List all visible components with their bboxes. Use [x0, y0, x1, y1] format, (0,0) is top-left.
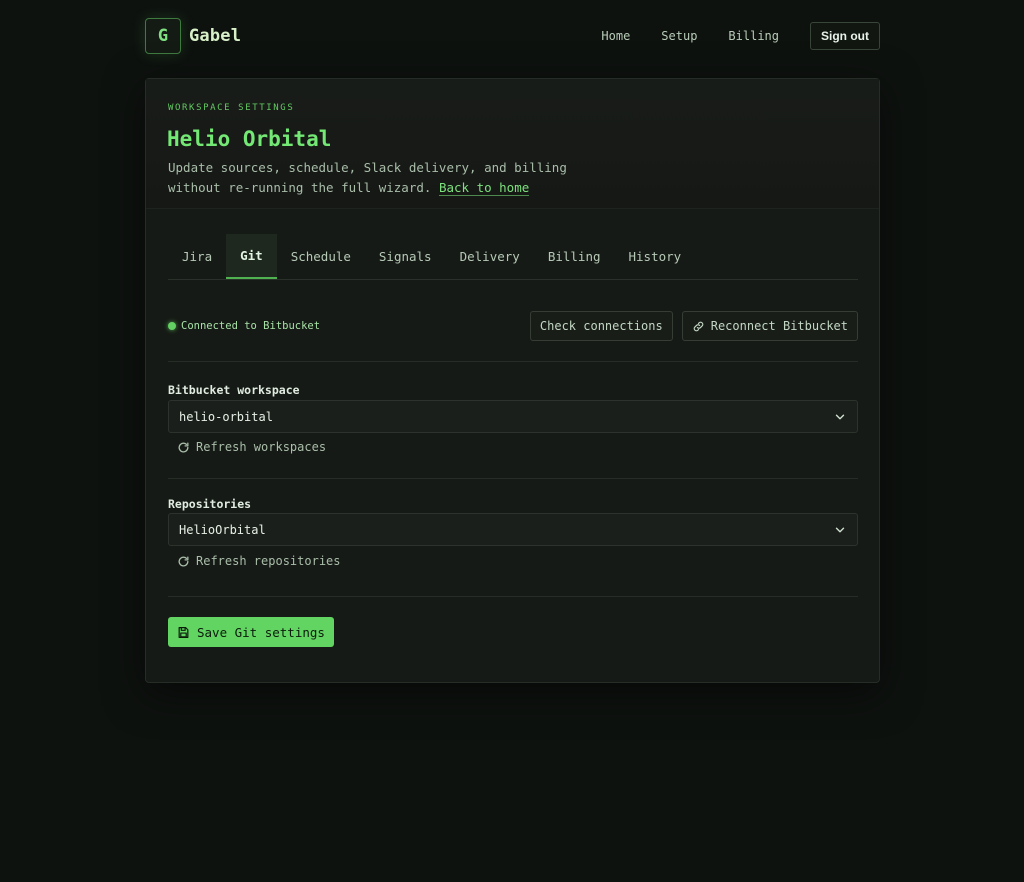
tab-history[interactable]: History [615, 234, 696, 279]
repositories-select[interactable]: HelioOrbital [168, 513, 858, 546]
logo: G [145, 18, 181, 54]
refresh-icon [177, 441, 190, 454]
status-text: Connected to Bitbucket [181, 320, 321, 332]
link-icon [692, 320, 705, 333]
chevron-down-icon [833, 523, 847, 537]
refresh-repositories-label: Refresh repositories [196, 554, 341, 568]
top-bar: G Gabel Home Setup Billing Sign out [145, 18, 880, 54]
settings-tabs: Jira Git Schedule Signals Delivery Billi… [168, 234, 858, 280]
tab-git[interactable]: Git [226, 234, 277, 279]
nav-setup-link[interactable]: Setup [661, 29, 697, 43]
divider [168, 596, 858, 597]
status-dot-icon [168, 322, 176, 330]
workspace-label: Bitbucket workspace [168, 383, 300, 397]
top-nav: Home Setup Billing Sign out [601, 22, 880, 50]
tab-signals[interactable]: Signals [365, 234, 446, 279]
connection-actions: Check connections Reconnect Bitbucket [529, 311, 858, 341]
sign-out-button[interactable]: Sign out [810, 22, 880, 50]
refresh-repositories-button[interactable]: Refresh repositories [177, 554, 341, 568]
refresh-workspaces-button[interactable]: Refresh workspaces [177, 440, 326, 454]
divider [168, 478, 858, 479]
reconnect-bitbucket-label: Reconnect Bitbucket [710, 319, 848, 333]
divider [168, 361, 858, 362]
refresh-icon [177, 555, 190, 568]
save-git-settings-button[interactable]: Save Git settings [168, 617, 334, 647]
refresh-workspaces-label: Refresh workspaces [196, 440, 327, 454]
page-title: Helio Orbital [167, 127, 332, 151]
tab-schedule[interactable]: Schedule [277, 234, 365, 279]
settings-card: WORKSPACE SETTINGS Helio Orbital Update … [145, 78, 880, 683]
save-git-settings-label: Save Git settings [197, 624, 325, 640]
check-connections-label: Check connections [539, 319, 663, 333]
page-subtitle: Update sources, schedule, Slack delivery… [168, 158, 568, 198]
repositories-select-value: HelioOrbital [179, 522, 266, 537]
brand[interactable]: G Gabel [145, 18, 241, 54]
eyebrow-label: WORKSPACE SETTINGS [168, 103, 295, 113]
workspace-select-value: helio-orbital [179, 409, 273, 424]
connection-status: Connected to Bitbucket [168, 320, 320, 332]
chevron-down-icon [833, 410, 847, 424]
save-icon [177, 626, 190, 639]
back-to-home-link[interactable]: Back to home [438, 180, 530, 196]
connection-status-row: Connected to Bitbucket Check connections… [168, 311, 858, 341]
check-connections-button[interactable]: Check connections [529, 311, 673, 341]
workspace-select[interactable]: helio-orbital [168, 400, 858, 433]
tab-jira[interactable]: Jira [168, 234, 226, 279]
nav-home-link[interactable]: Home [601, 29, 630, 43]
tab-delivery[interactable]: Delivery [446, 234, 534, 279]
tab-billing[interactable]: Billing [534, 234, 615, 279]
brand-name: Gabel [189, 26, 242, 46]
repositories-label: Repositories [168, 497, 252, 511]
card-header: WORKSPACE SETTINGS Helio Orbital Update … [146, 79, 879, 209]
nav-billing-link[interactable]: Billing [728, 29, 779, 43]
reconnect-bitbucket-button[interactable]: Reconnect Bitbucket [681, 311, 858, 341]
